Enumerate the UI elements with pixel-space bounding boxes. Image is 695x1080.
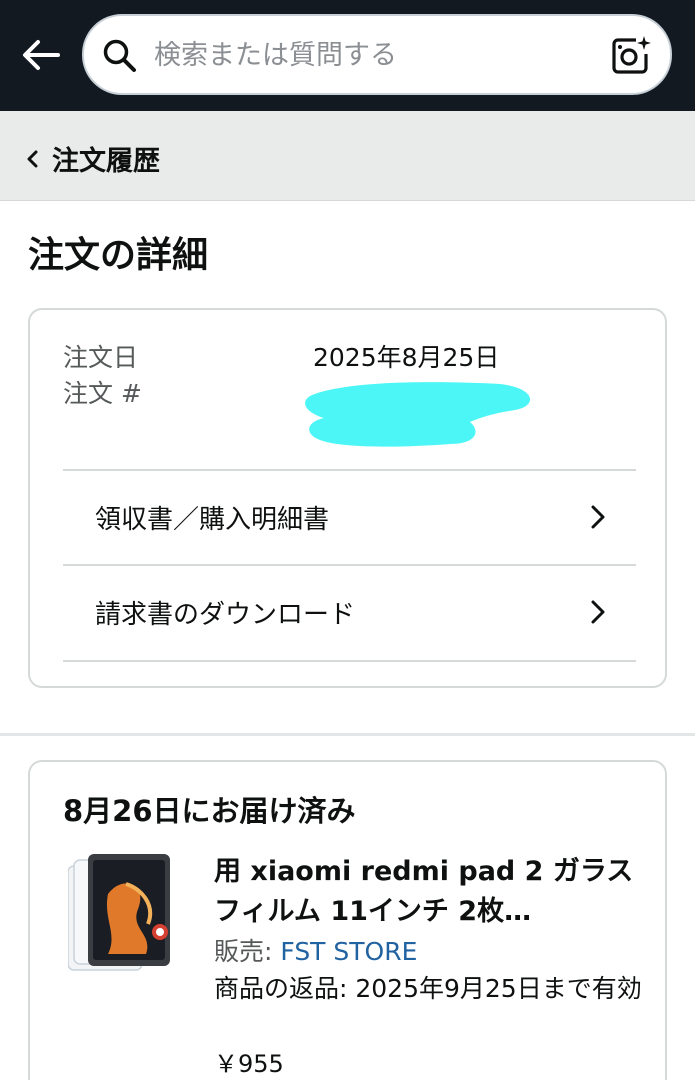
- order-summary-card: 注文日 2025年8月25日 注文 # 領収書／購入明細書 請求書のダウンロード: [28, 308, 667, 688]
- order-number-label: 注文 #: [63, 379, 142, 408]
- shipment-card: 8月26日にお届け済み 用 xiaomi redmi pad 2 ガラスフィルム…: [28, 760, 667, 1080]
- search-icon: [103, 39, 136, 72]
- product-thumbnail[interactable]: [68, 854, 172, 974]
- breadcrumb-label: 注文履歴: [52, 146, 160, 177]
- receipt-link[interactable]: 領収書／購入明細書: [63, 471, 636, 563]
- seller-info: 販売: FST STORE: [214, 932, 417, 968]
- seller-label: 販売:: [214, 937, 281, 966]
- order-date-value: 2025年8月25日: [313, 343, 500, 372]
- search-input[interactable]: [154, 34, 594, 76]
- chevron-left-icon: [27, 150, 38, 167]
- order-date-label: 注文日: [63, 343, 139, 372]
- redacted-order-number: [305, 382, 531, 447]
- top-navigation-bar: [0, 0, 695, 111]
- breadcrumb-bar: 注文履歴: [0, 111, 695, 201]
- search-bar[interactable]: [82, 14, 672, 95]
- back-arrow-icon[interactable]: [18, 32, 64, 78]
- return-eligibility: 商品の返品: 2025年9月25日まで有効: [214, 974, 642, 1003]
- divider: [63, 660, 636, 662]
- invoice-download-link[interactable]: 請求書のダウンロード: [63, 566, 636, 658]
- product-title[interactable]: 用 xiaomi redmi pad 2 ガラスフィルム 11インチ 2枚…: [214, 852, 644, 932]
- receipt-link-label: 領収書／購入明細書: [95, 504, 330, 535]
- section-separator: [0, 733, 695, 736]
- page-title: 注文の詳細: [28, 235, 209, 276]
- breadcrumb-order-history[interactable]: 注文履歴: [26, 139, 160, 178]
- chevron-right-icon: [591, 600, 605, 624]
- product-price: ￥955: [214, 1050, 284, 1078]
- chevron-right-icon: [591, 505, 605, 529]
- invoice-download-label: 請求書のダウンロード: [95, 599, 356, 630]
- delivery-status: 8月26日にお届け済み: [63, 794, 356, 828]
- seller-link[interactable]: FST STORE: [280, 937, 417, 966]
- camera-icon[interactable]: [610, 34, 652, 76]
